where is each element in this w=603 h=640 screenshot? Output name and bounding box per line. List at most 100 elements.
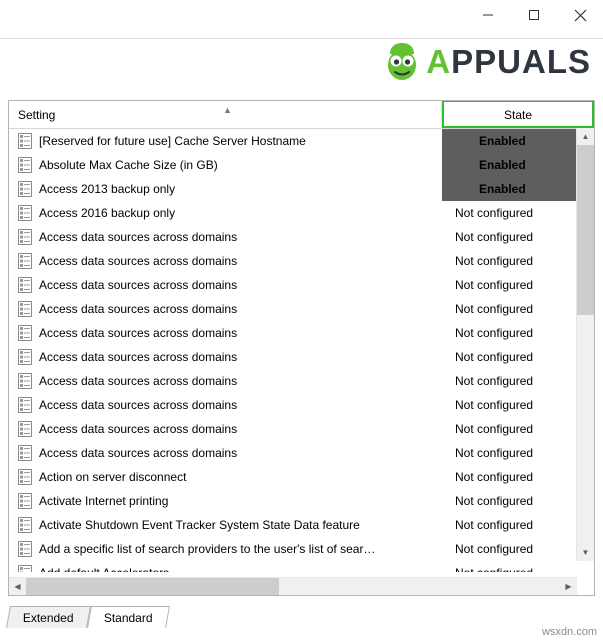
table-row[interactable]: [Reserved for future use] Cache Server H… — [9, 129, 594, 153]
cell-state: Enabled — [442, 177, 594, 201]
table-row[interactable]: Access data sources across domains Not co… — [9, 417, 594, 441]
column-header-state-label: State — [503, 107, 533, 122]
tab-extended[interactable]: Extended — [6, 606, 91, 628]
policy-document-icon — [18, 397, 32, 413]
table-row[interactable]: Activate Internet printing Not configured — [9, 489, 594, 513]
setting-name: Absolute Max Cache Size (in GB) — [39, 158, 218, 172]
table-row[interactable]: Add a specific list of search providers … — [9, 537, 594, 561]
minimize-button[interactable] — [465, 0, 511, 30]
cell-state: Not configured — [455, 422, 534, 436]
setting-name: Access data sources across domains — [39, 422, 238, 436]
cell-state: Not configured — [455, 494, 534, 508]
view-tabs[interactable]: Extended Standard — [6, 604, 595, 628]
horizontal-scroll-thumb[interactable] — [26, 578, 279, 595]
appuals-wordmark: APPUALS — [426, 45, 591, 78]
close-button[interactable] — [557, 0, 603, 30]
table-row[interactable]: Add default Accelerators Not configured — [9, 561, 594, 572]
policy-document-icon — [18, 373, 32, 389]
policy-document-icon — [18, 493, 32, 509]
table-row[interactable]: Absolute Max Cache Size (in GB) Enabled — [9, 153, 594, 177]
cell-setting: Access data sources across domains — [9, 301, 442, 317]
setting-name: Access data sources across domains — [39, 398, 238, 412]
tab-standard[interactable]: Standard — [86, 606, 170, 628]
cell-state: Not configured — [455, 206, 534, 220]
cell-setting: Access data sources across domains — [9, 253, 442, 269]
table-row[interactable]: Access 2013 backup only Enabled — [9, 177, 594, 201]
maximize-icon — [529, 10, 539, 20]
policy-document-icon — [18, 277, 32, 293]
policy-document-icon — [18, 517, 32, 533]
cell-state: Not configured — [455, 542, 534, 556]
column-header-state[interactable]: State — [442, 101, 594, 128]
policy-document-icon — [18, 253, 32, 269]
setting-name: Access data sources across domains — [39, 278, 238, 292]
scroll-down-icon[interactable]: ▼ — [577, 544, 594, 561]
scroll-left-icon[interactable]: ◀ — [9, 578, 26, 595]
setting-name: Access data sources across domains — [39, 254, 238, 268]
cell-setting: Add default Accelerators — [9, 565, 442, 572]
table-row[interactable]: Action on server disconnect Not configure… — [9, 465, 594, 489]
setting-name: Access data sources across domains — [39, 350, 238, 364]
cell-setting: Activate Internet printing — [9, 493, 442, 509]
policy-document-icon — [18, 565, 32, 572]
cell-setting: Action on server disconnect — [9, 469, 442, 485]
table-row[interactable]: Access data sources across domains Not co… — [9, 225, 594, 249]
table-row[interactable]: Access data sources across domains Not co… — [9, 321, 594, 345]
table-row[interactable]: Access data sources across domains Not co… — [9, 345, 594, 369]
table-row[interactable]: Activate Shutdown Event Tracker System S… — [9, 513, 594, 537]
appuals-mascot-icon — [382, 41, 422, 81]
cell-setting: Absolute Max Cache Size (in GB) — [9, 157, 442, 173]
cell-state: Not configured — [455, 398, 534, 412]
column-header-setting[interactable]: Setting ▲ — [9, 101, 442, 128]
setting-name: Add default Accelerators — [39, 566, 169, 572]
cell-state: Not configured — [455, 350, 534, 364]
sort-ascending-icon: ▲ — [223, 105, 232, 115]
setting-name: Action on server disconnect — [39, 470, 187, 484]
appuals-logo: APPUALS — [382, 41, 591, 81]
cell-state: Not configured — [455, 278, 534, 292]
setting-name: Access data sources across domains — [39, 446, 238, 460]
horizontal-scrollbar[interactable]: ◀ ▶ — [9, 577, 577, 595]
cell-state: Not configured — [455, 302, 534, 316]
table-row[interactable]: Access data sources across domains Not co… — [9, 369, 594, 393]
policy-document-icon — [18, 349, 32, 365]
setting-name: Access data sources across domains — [39, 302, 238, 316]
policy-document-icon — [18, 133, 32, 149]
policy-document-icon — [18, 205, 32, 221]
cell-state: Not configured — [442, 566, 594, 572]
table-row[interactable]: Access data sources across domains Not co… — [9, 297, 594, 321]
vertical-scrollbar[interactable]: ▲ ▼ — [576, 128, 594, 561]
setting-name: [Reserved for future use] Cache Server H… — [39, 134, 306, 148]
policy-document-icon — [18, 445, 32, 461]
vertical-scroll-thumb[interactable] — [577, 145, 594, 315]
cell-state: Enabled — [442, 129, 594, 153]
policy-document-icon — [18, 541, 32, 557]
title-bar — [0, 0, 603, 39]
table-row[interactable]: Access 2016 backup only Not configured — [9, 201, 594, 225]
cell-setting: Activate Shutdown Event Tracker System S… — [9, 517, 442, 533]
cell-setting: Access data sources across domains — [9, 229, 442, 245]
setting-name: Access data sources across domains — [39, 230, 238, 244]
policy-document-icon — [18, 421, 32, 437]
minimize-icon — [483, 14, 493, 16]
list-rows[interactable]: [Reserved for future use] Cache Server H… — [9, 129, 594, 572]
setting-name: Access 2013 backup only — [39, 182, 176, 196]
table-row[interactable]: Access data sources across domains Not co… — [9, 441, 594, 465]
maximize-button[interactable] — [511, 0, 557, 30]
settings-list-view[interactable]: Setting ▲ State [Reserved for future use… — [8, 100, 595, 596]
logo-text-rest: PPUALS — [451, 42, 591, 80]
scroll-right-icon[interactable]: ▶ — [560, 578, 577, 595]
cell-setting: Access data sources across domains — [9, 277, 442, 293]
cell-setting: Access data sources across domains — [9, 421, 442, 437]
tab-standard-label: Standard — [103, 611, 153, 625]
policy-document-icon — [18, 181, 32, 197]
setting-name: Add a specific list of search providers … — [39, 542, 376, 556]
setting-name: Access data sources across domains — [39, 326, 238, 340]
table-row[interactable]: Access data sources across domains Not co… — [9, 273, 594, 297]
policy-document-icon — [18, 469, 32, 485]
scroll-up-icon[interactable]: ▲ — [577, 128, 594, 145]
cell-setting: Add a specific list of search providers … — [9, 541, 442, 557]
table-row[interactable]: Access data sources across domains Not co… — [9, 393, 594, 417]
table-row[interactable]: Access data sources across domains Not co… — [9, 249, 594, 273]
cell-state: Enabled — [442, 153, 594, 177]
